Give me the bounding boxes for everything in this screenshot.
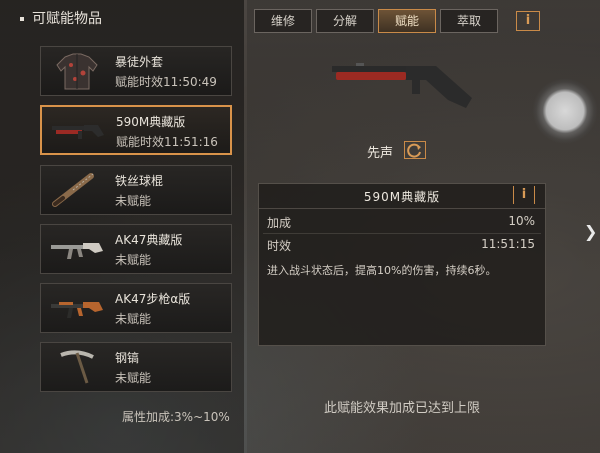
item-name: 暴徒外套: [115, 55, 164, 69]
item-jacket[interactable]: 暴徒外套 赋能时效11:50:49: [40, 46, 232, 96]
joystick-button[interactable]: [532, 78, 598, 144]
card-title: 590M典藏版: [363, 190, 441, 204]
item-status: 未赋能: [115, 194, 152, 208]
refresh-button[interactable]: [404, 141, 426, 159]
item-name: AK47步枪α版: [115, 292, 191, 306]
card-header: 590M典藏版 i: [259, 184, 545, 209]
title-marker: [20, 17, 24, 21]
item-steel-pickaxe[interactable]: 钢镐 未赋能: [40, 342, 232, 392]
bonus-label: 加成: [267, 216, 292, 230]
pickaxe-icon: [60, 350, 94, 384]
item-ak47-alpha[interactable]: AK47步枪α版 未赋能: [40, 283, 232, 333]
weapon-preview-shotgun: [332, 63, 472, 108]
item-wire-bat[interactable]: 铁丝球棍 未赋能: [40, 165, 232, 215]
tab-enchant[interactable]: 赋能: [378, 9, 436, 33]
enchant-info-card: 590M典藏版 i 加成 10% 时效 11:51:15 进入战斗状态后，提高1…: [258, 183, 546, 346]
rifle-icon: [51, 243, 103, 259]
item-name: 590M典藏版: [116, 115, 186, 129]
rifle-icon: [51, 302, 103, 318]
info-button[interactable]: i: [516, 11, 540, 31]
duration-label: 时效: [267, 239, 292, 253]
jacket-icon: [56, 53, 98, 90]
item-status: 未赋能: [115, 253, 152, 267]
item-ak47-collector[interactable]: AK47典藏版 未赋能: [40, 224, 232, 274]
chevron-right-icon[interactable]: ❯: [584, 222, 598, 242]
item-status: 未赋能: [115, 371, 152, 385]
shotgun-icon: [52, 125, 104, 139]
attribute-bonus-range: 属性加成:3%~10%: [122, 410, 230, 424]
item-status: 赋能时效11:50:49: [115, 75, 217, 89]
item-status: 未赋能: [115, 312, 152, 326]
bat-icon: [52, 173, 94, 207]
tab-extract[interactable]: 萃取: [440, 9, 498, 33]
item-name: 钢镐: [115, 351, 140, 365]
item-name: AK47典藏版: [115, 233, 183, 247]
enchantable-items-panel: 可赋能物品 暴徒外套 赋能时效11:50:49 590M典藏版 赋能时效11:5…: [0, 0, 244, 453]
limit-message: 此赋能效果加成已达到上限: [323, 401, 480, 416]
tab-dismantle[interactable]: 分解: [316, 9, 374, 33]
refresh-icon: [407, 143, 421, 158]
divider: [263, 233, 541, 234]
card-info-button[interactable]: i: [513, 186, 535, 204]
tab-repair[interactable]: 维修: [254, 9, 312, 33]
effect-description: 进入战斗状态后，提高10%的伤害，持续6秒。: [267, 264, 497, 277]
skill-name: 先声: [367, 146, 394, 161]
bonus-value: 10%: [508, 214, 535, 228]
panel-title-text: 可赋能物品: [32, 11, 102, 27]
item-status: 赋能时效11:51:16: [116, 135, 218, 149]
duration-value: 11:51:15: [481, 237, 535, 251]
item-590m-collector[interactable]: 590M典藏版 赋能时效11:51:16: [40, 105, 232, 155]
item-name: 铁丝球棍: [115, 174, 164, 188]
panel-title: 可赋能物品: [20, 8, 102, 28]
